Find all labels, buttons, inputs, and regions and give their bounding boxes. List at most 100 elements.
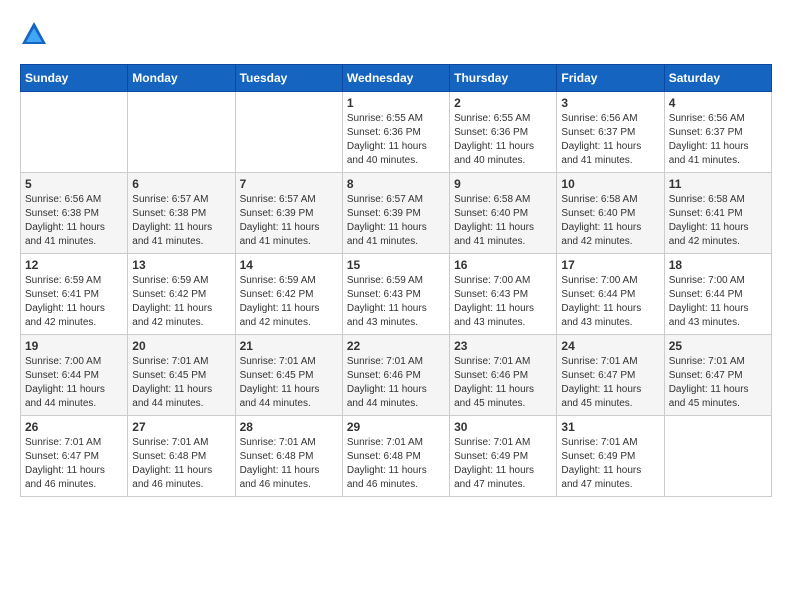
day-number: 2 <box>454 96 552 110</box>
calendar-cell: 6 Sunrise: 6:57 AM Sunset: 6:38 PM Daylig… <box>128 173 235 254</box>
day-info: Sunrise: 6:59 AM Sunset: 6:42 PM Dayligh… <box>132 274 230 330</box>
day-info: Sunrise: 6:58 AM Sunset: 6:40 PM Dayligh… <box>454 193 552 249</box>
day-number: 30 <box>454 420 552 434</box>
calendar-cell: 17 Sunrise: 7:00 AM Sunset: 6:44 PM Dayli… <box>557 254 664 335</box>
day-info: Sunrise: 6:55 AM Sunset: 6:36 PM Dayligh… <box>454 112 552 168</box>
calendar-cell: 10 Sunrise: 6:58 AM Sunset: 6:40 PM Dayli… <box>557 173 664 254</box>
day-info: Sunrise: 7:01 AM Sunset: 6:46 PM Dayligh… <box>454 355 552 411</box>
calendar-cell: 18Sunrise: 7:00 AM Sunset: 6:44 PM Dayli… <box>664 254 771 335</box>
day-info: Sunrise: 7:01 AM Sunset: 6:47 PM Dayligh… <box>669 355 767 411</box>
calendar-cell: 12Sunrise: 6:59 AM Sunset: 6:41 PM Dayli… <box>21 254 128 335</box>
day-info: Sunrise: 7:01 AM Sunset: 6:49 PM Dayligh… <box>561 436 659 492</box>
calendar-week-row: 1 Sunrise: 6:55 AM Sunset: 6:36 PM Daylig… <box>21 92 772 173</box>
day-info: Sunrise: 7:01 AM Sunset: 6:48 PM Dayligh… <box>240 436 338 492</box>
day-number: 28 <box>240 420 338 434</box>
day-info: Sunrise: 6:59 AM Sunset: 6:42 PM Dayligh… <box>240 274 338 330</box>
calendar-cell: 11 Sunrise: 6:58 AM Sunset: 6:41 PM Dayli… <box>664 173 771 254</box>
day-info: Sunrise: 7:01 AM Sunset: 6:48 PM Dayligh… <box>347 436 445 492</box>
calendar-cell <box>21 92 128 173</box>
calendar-week-row: 19 Sunrise: 7:00 AM Sunset: 6:44 PM Dayli… <box>21 335 772 416</box>
calendar-cell: 7Sunrise: 6:57 AM Sunset: 6:39 PM Daylig… <box>235 173 342 254</box>
calendar-cell: 19 Sunrise: 7:00 AM Sunset: 6:44 PM Dayli… <box>21 335 128 416</box>
calendar-cell: 26 Sunrise: 7:01 AM Sunset: 6:47 PM Dayli… <box>21 416 128 497</box>
day-header-tuesday: Tuesday <box>235 65 342 92</box>
day-number: 21 <box>240 339 338 353</box>
day-number: 3 <box>561 96 659 110</box>
day-info: Sunrise: 6:56 AM Sunset: 6:38 PM Dayligh… <box>25 193 123 249</box>
calendar-cell: 9Sunrise: 6:58 AM Sunset: 6:40 PM Daylig… <box>450 173 557 254</box>
day-info: Sunrise: 6:57 AM Sunset: 6:38 PM Dayligh… <box>132 193 230 249</box>
calendar-cell: 30 Sunrise: 7:01 AM Sunset: 6:49 PM Dayli… <box>450 416 557 497</box>
day-info: Sunrise: 6:59 AM Sunset: 6:43 PM Dayligh… <box>347 274 445 330</box>
calendar-week-row: 12Sunrise: 6:59 AM Sunset: 6:41 PM Dayli… <box>21 254 772 335</box>
calendar-cell <box>128 92 235 173</box>
calendar-cell: 2 Sunrise: 6:55 AM Sunset: 6:36 PM Daylig… <box>450 92 557 173</box>
calendar-cell <box>664 416 771 497</box>
calendar-cell: 23 Sunrise: 7:01 AM Sunset: 6:46 PM Dayli… <box>450 335 557 416</box>
day-number: 1 <box>347 96 445 110</box>
day-number: 19 <box>25 339 123 353</box>
day-number: 7 <box>240 177 338 191</box>
day-number: 24 <box>561 339 659 353</box>
day-info: Sunrise: 6:56 AM Sunset: 6:37 PM Dayligh… <box>669 112 767 168</box>
day-number: 29 <box>347 420 445 434</box>
calendar-cell: 27 Sunrise: 7:01 AM Sunset: 6:48 PM Dayli… <box>128 416 235 497</box>
day-number: 15 <box>347 258 445 272</box>
day-info: Sunrise: 6:58 AM Sunset: 6:40 PM Dayligh… <box>561 193 659 249</box>
calendar-cell: 31 Sunrise: 7:01 AM Sunset: 6:49 PM Dayli… <box>557 416 664 497</box>
day-info: Sunrise: 6:57 AM Sunset: 6:39 PM Dayligh… <box>347 193 445 249</box>
day-info: Sunrise: 7:01 AM Sunset: 6:48 PM Dayligh… <box>132 436 230 492</box>
calendar-cell <box>235 92 342 173</box>
day-number: 13 <box>132 258 230 272</box>
day-number: 17 <box>561 258 659 272</box>
day-number: 27 <box>132 420 230 434</box>
day-number: 8 <box>347 177 445 191</box>
day-number: 26 <box>25 420 123 434</box>
calendar-cell: 15 Sunrise: 6:59 AM Sunset: 6:43 PM Dayli… <box>342 254 449 335</box>
calendar-cell: 13 Sunrise: 6:59 AM Sunset: 6:42 PM Dayli… <box>128 254 235 335</box>
day-number: 6 <box>132 177 230 191</box>
calendar-cell: 25 Sunrise: 7:01 AM Sunset: 6:47 PM Dayli… <box>664 335 771 416</box>
calendar-cell: 4 Sunrise: 6:56 AM Sunset: 6:37 PM Daylig… <box>664 92 771 173</box>
page-header <box>20 20 772 48</box>
day-header-saturday: Saturday <box>664 65 771 92</box>
logo-icon <box>20 20 48 48</box>
day-info: Sunrise: 6:55 AM Sunset: 6:36 PM Dayligh… <box>347 112 445 168</box>
day-info: Sunrise: 6:59 AM Sunset: 6:41 PM Dayligh… <box>25 274 123 330</box>
day-number: 16 <box>454 258 552 272</box>
calendar-cell: 20Sunrise: 7:01 AM Sunset: 6:45 PM Dayli… <box>128 335 235 416</box>
day-info: Sunrise: 7:01 AM Sunset: 6:47 PM Dayligh… <box>25 436 123 492</box>
calendar-cell: 28 Sunrise: 7:01 AM Sunset: 6:48 PM Dayli… <box>235 416 342 497</box>
day-info: Sunrise: 7:00 AM Sunset: 6:43 PM Dayligh… <box>454 274 552 330</box>
day-number: 4 <box>669 96 767 110</box>
day-number: 25 <box>669 339 767 353</box>
calendar-header-row: SundayMondayTuesdayWednesdayThursdayFrid… <box>21 65 772 92</box>
day-info: Sunrise: 7:01 AM Sunset: 6:45 PM Dayligh… <box>132 355 230 411</box>
calendar-cell: 5 Sunrise: 6:56 AM Sunset: 6:38 PM Daylig… <box>21 173 128 254</box>
day-header-friday: Friday <box>557 65 664 92</box>
calendar-cell: 14 Sunrise: 6:59 AM Sunset: 6:42 PM Dayli… <box>235 254 342 335</box>
day-info: Sunrise: 7:01 AM Sunset: 6:49 PM Dayligh… <box>454 436 552 492</box>
calendar-week-row: 5 Sunrise: 6:56 AM Sunset: 6:38 PM Daylig… <box>21 173 772 254</box>
calendar-cell: 16 Sunrise: 7:00 AM Sunset: 6:43 PM Dayli… <box>450 254 557 335</box>
calendar-cell: 1 Sunrise: 6:55 AM Sunset: 6:36 PM Daylig… <box>342 92 449 173</box>
logo <box>20 20 52 48</box>
day-info: Sunrise: 7:00 AM Sunset: 6:44 PM Dayligh… <box>25 355 123 411</box>
day-info: Sunrise: 6:58 AM Sunset: 6:41 PM Dayligh… <box>669 193 767 249</box>
day-number: 14 <box>240 258 338 272</box>
day-info: Sunrise: 6:56 AM Sunset: 6:37 PM Dayligh… <box>561 112 659 168</box>
day-number: 11 <box>669 177 767 191</box>
day-number: 23 <box>454 339 552 353</box>
day-info: Sunrise: 7:00 AM Sunset: 6:44 PM Dayligh… <box>561 274 659 330</box>
calendar-week-row: 26 Sunrise: 7:01 AM Sunset: 6:47 PM Dayli… <box>21 416 772 497</box>
calendar-cell: 8 Sunrise: 6:57 AM Sunset: 6:39 PM Daylig… <box>342 173 449 254</box>
day-number: 10 <box>561 177 659 191</box>
day-info: Sunrise: 7:00 AM Sunset: 6:44 PM Dayligh… <box>669 274 767 330</box>
calendar-cell: 22Sunrise: 7:01 AM Sunset: 6:46 PM Dayli… <box>342 335 449 416</box>
calendar-cell: 29 Sunrise: 7:01 AM Sunset: 6:48 PM Dayli… <box>342 416 449 497</box>
day-info: Sunrise: 7:01 AM Sunset: 6:46 PM Dayligh… <box>347 355 445 411</box>
day-header-wednesday: Wednesday <box>342 65 449 92</box>
calendar-cell: 21Sunrise: 7:01 AM Sunset: 6:45 PM Dayli… <box>235 335 342 416</box>
day-number: 5 <box>25 177 123 191</box>
day-number: 31 <box>561 420 659 434</box>
